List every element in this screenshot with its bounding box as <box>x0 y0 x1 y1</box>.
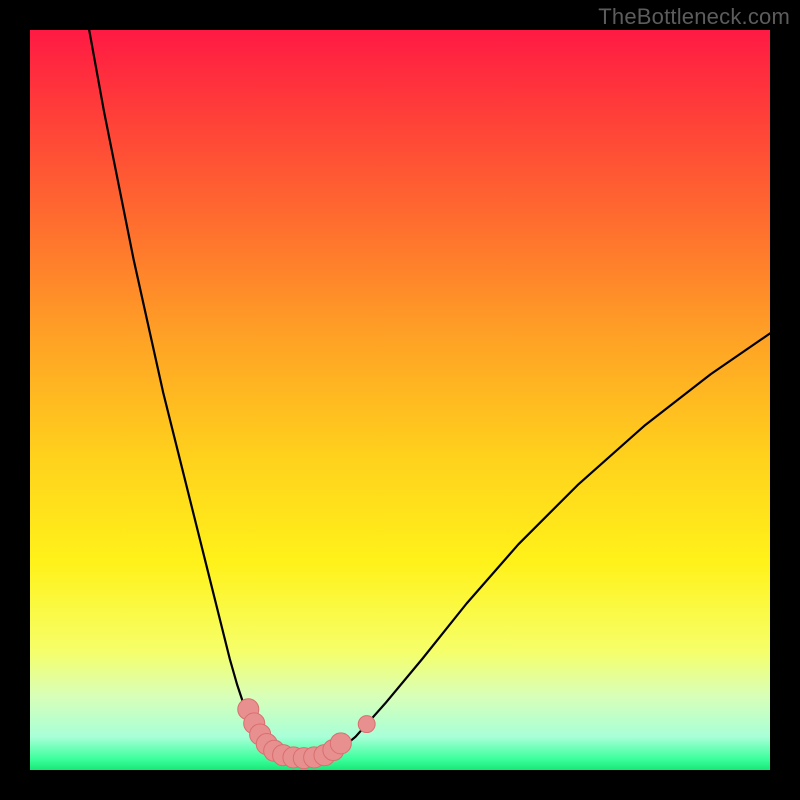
outer-frame: TheBottleneck.com <box>0 0 800 800</box>
chart-svg <box>30 30 770 770</box>
marker-dot <box>358 716 375 733</box>
marker-dot <box>330 733 351 754</box>
plot-area <box>30 30 770 770</box>
gradient-background <box>30 30 770 770</box>
watermark-text: TheBottleneck.com <box>598 4 790 30</box>
